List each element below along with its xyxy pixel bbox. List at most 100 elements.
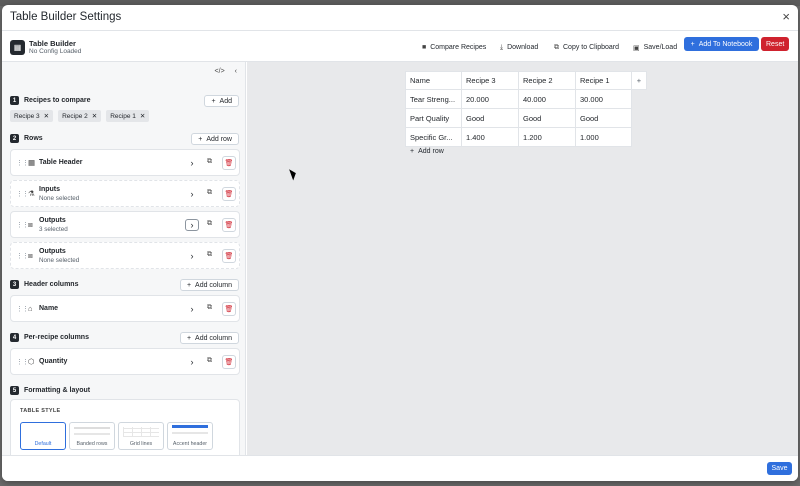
add-to-notebook-button[interactable]: + Add To Notebook (684, 37, 759, 51)
drag-handle-icon[interactable]: ⋮⋮ (16, 252, 29, 260)
chevron-right-icon[interactable]: › (185, 250, 199, 262)
database-icon: ■ (422, 44, 427, 51)
plus-icon: + (198, 135, 203, 143)
compare-recipes-button[interactable]: ■ Compare Recipes (422, 41, 486, 54)
drag-handle-icon[interactable]: ⋮⋮ (16, 190, 29, 198)
reset-button[interactable]: Reset (761, 37, 790, 51)
section-rows: 2 Rows (10, 134, 43, 143)
style-option-banded-rows[interactable]: Banded rows (69, 422, 115, 450)
column-card-name[interactable]: ⋮⋮ ⌂ Name › ⧉ 🗑 (10, 295, 240, 322)
table-header-row: Name Recipe 3 Recipe 2 Recipe 1 + (405, 71, 647, 90)
save-icon: ▣ (633, 44, 640, 52)
chevron-right-icon[interactable]: › (185, 219, 199, 231)
table-cell: Part Quality (405, 108, 462, 128)
plus-icon: + (410, 148, 415, 155)
save-button[interactable]: Save (767, 462, 792, 475)
plus-icon: + (186, 281, 192, 289)
remove-chip-icon[interactable]: ✕ (44, 112, 49, 120)
outputs-icon: ⧈ (28, 251, 33, 260)
row-card-inputs[interactable]: ⋮⋮ ⚗ Inputs None selected › ⧉ 🗑 (10, 180, 240, 207)
header-cell: Recipe 3 (461, 71, 519, 90)
table-row: Part Quality Good Good Good (405, 108, 647, 128)
header-cell: Recipe 2 (518, 71, 576, 90)
chevron-right-icon[interactable]: › (185, 356, 199, 368)
section-formatting: 5 Formatting & layout (10, 386, 90, 395)
delete-icon[interactable]: 🗑 (222, 355, 236, 369)
drag-handle-icon[interactable]: ⋮⋮ (16, 221, 29, 229)
cube-icon: ⬡ (28, 357, 35, 366)
table-cell: 20.000 (461, 89, 519, 109)
row-card-outputs-empty[interactable]: ⋮⋮ ⧈ Outputs None selected › ⧉ 🗑 (10, 242, 240, 269)
duplicate-icon[interactable]: ⧉ (207, 158, 212, 166)
builder-toolbar: ▦ Table Builder No Config Loaded ■ Compa… (2, 32, 798, 62)
table-cell: 40.000 (518, 89, 576, 109)
duplicate-icon[interactable]: ⧉ (207, 251, 212, 259)
duplicate-icon[interactable]: ⧉ (207, 304, 212, 312)
formatting-panel: TABLE STYLE Default Banded rows Grid lin… (10, 399, 240, 455)
drag-handle-icon[interactable]: ⋮⋮ (16, 358, 29, 366)
add-per-recipe-column-button[interactable]: + Add column (179, 332, 239, 344)
add-recipe-button[interactable]: + Add (204, 95, 239, 107)
preview-table: Name Recipe 3 Recipe 2 Recipe 1 + Tear S… (405, 71, 647, 147)
recipe-chip: Recipe 3 ✕ (10, 110, 54, 122)
outputs-icon: ⧈ (28, 220, 33, 229)
section-recipes: 1 Recipes to compare (10, 96, 91, 105)
table-cell: 1.000 (575, 127, 632, 147)
column-card-quantity[interactable]: ⋮⋮ ⬡ Quantity › ⧉ 🗑 (10, 348, 240, 375)
table-icon: ▦ (28, 158, 36, 167)
plus-icon: + (211, 97, 216, 105)
plus-icon: + (186, 334, 192, 342)
code-icon[interactable]: </> (215, 68, 225, 75)
duplicate-icon[interactable]: ⧉ (207, 357, 212, 365)
table-cell: Good (461, 108, 519, 128)
delete-icon[interactable]: 🗑 (222, 156, 236, 170)
collapse-icon[interactable]: ‹ (235, 68, 237, 75)
panel-toolbar: </> ‹ (215, 68, 237, 75)
table-app-icon: ▦ (10, 40, 25, 55)
table-row: Specific Gr... 1.400 1.200 1.000 (405, 127, 647, 147)
config-panel: </> ‹ 1 Recipes to compare + Add Recipe … (2, 62, 246, 455)
row-card-table-header[interactable]: ⋮⋮ ▦ Table Header › ⧉ 🗑 (10, 149, 240, 176)
tag-icon: ⌂ (28, 304, 33, 313)
delete-icon[interactable]: 🗑 (222, 302, 236, 316)
delete-icon[interactable]: 🗑 (222, 218, 236, 232)
style-option-accent-header[interactable]: Accent header (167, 422, 213, 450)
table-cell: Specific Gr... (405, 127, 462, 147)
remove-chip-icon[interactable]: ✕ (140, 112, 145, 120)
style-option-grid-lines[interactable]: Grid lines (118, 422, 164, 450)
recipe-chip: Recipe 1 ✕ (106, 110, 150, 122)
download-button[interactable]: ⤓ Download (500, 41, 538, 54)
row-card-outputs-selected[interactable]: ⋮⋮ ⧈ Outputs 3 selected › ⧉ 🗑 (10, 211, 240, 238)
flask-icon: ⚗ (28, 189, 35, 198)
table-style-label: TABLE STYLE (20, 408, 61, 414)
drag-handle-icon[interactable]: ⋮⋮ (16, 159, 29, 167)
close-icon[interactable]: × (782, 9, 790, 24)
remove-chip-icon[interactable]: ✕ (92, 112, 97, 120)
add-header-column-button[interactable]: + Add column (179, 279, 239, 291)
table-cell: Good (518, 108, 576, 128)
config-status: No Config Loaded (29, 48, 82, 55)
copy-icon: ⧉ (554, 43, 559, 51)
table-cell: Tear Streng... (405, 89, 462, 109)
modal-title: Table Builder Settings (10, 11, 122, 23)
delete-icon[interactable]: 🗑 (222, 249, 236, 263)
save-load-button[interactable]: ▣ Save/Load (633, 41, 677, 54)
add-row-button[interactable]: + Add row (191, 133, 239, 145)
duplicate-icon[interactable]: ⧉ (207, 220, 212, 228)
chevron-right-icon[interactable]: › (185, 303, 199, 315)
delete-icon[interactable]: 🗑 (222, 187, 236, 201)
chevron-right-icon[interactable]: › (185, 188, 199, 200)
drag-handle-icon[interactable]: ⋮⋮ (16, 305, 29, 313)
duplicate-icon[interactable]: ⧉ (207, 189, 212, 197)
header-cell: Name (405, 71, 462, 90)
chevron-right-icon[interactable]: › (185, 157, 199, 169)
table-cell: Good (575, 108, 632, 128)
table-row: Tear Streng... 20.000 40.000 30.000 (405, 89, 647, 109)
section-header-columns: 3 Header columns (10, 280, 78, 289)
header-cell: Recipe 1 (575, 71, 632, 90)
table-cell: 30.000 (575, 89, 632, 109)
style-option-default[interactable]: Default (20, 422, 66, 450)
add-table-row-button[interactable]: + Add row (410, 148, 444, 155)
add-column-icon[interactable]: + (631, 71, 647, 90)
copy-clipboard-button[interactable]: ⧉ Copy to Clipboard (554, 41, 619, 54)
